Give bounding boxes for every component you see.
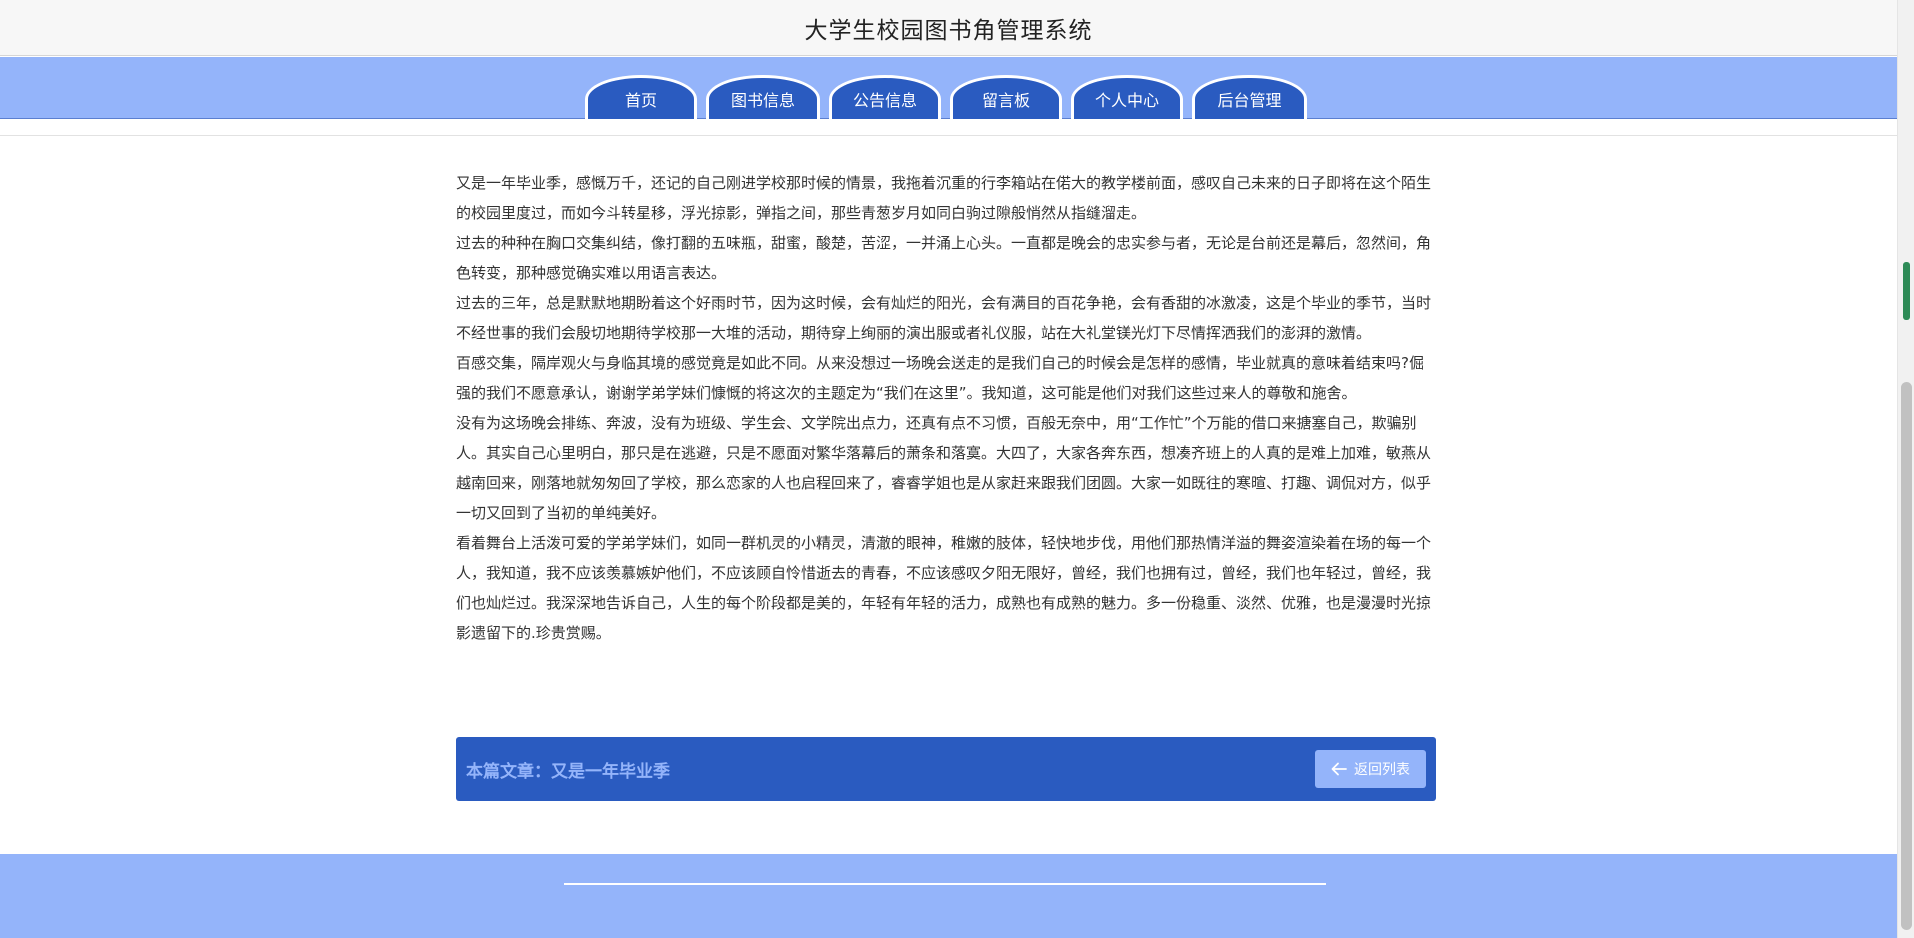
footer-divider — [564, 883, 1326, 885]
nav-tab-announcements[interactable]: 公告信息 — [829, 75, 941, 119]
article-caption: 本篇文章：又是一年毕业季 — [466, 762, 670, 782]
article-paragraph: 又是一年毕业季，感慨万千，还记的自己刚进学校那时候的情景，我拖着沉重的行李箱站在… — [456, 174, 1432, 222]
article-paragraph: 没有为这场晚会排练、奔波，没有为班级、学生会、文学院出点力，还真有点不习惯，百般… — [456, 414, 1432, 522]
content-divider — [0, 135, 1897, 136]
article-footer-bar: 本篇文章：又是一年毕业季 返回列表 — [456, 737, 1436, 801]
nav-tab-home[interactable]: 首页 — [585, 75, 697, 119]
nav-tabs: 首页 图书信息 公告信息 留言板 个人中心 后台管理 — [585, 75, 1307, 119]
site-header: 大学生校园图书角管理系统 — [0, 0, 1897, 56]
arrow-left-icon — [1331, 762, 1347, 776]
scroll-position-marker — [1903, 262, 1910, 320]
back-to-list-label: 返回列表 — [1354, 762, 1410, 778]
main-navbar: 首页 图书信息 公告信息 留言板 个人中心 后台管理 — [0, 57, 1897, 119]
article-paragraph: 过去的三年，总是默默地期盼着这个好雨时节，因为这时候，会有灿烂的阳光，会有满目的… — [456, 294, 1432, 342]
article-paragraph: 看着舞台上活泼可爱的学弟学妹们，如同一群机灵的小精灵，清澈的眼神，稚嫩的肢体，轻… — [456, 534, 1432, 642]
nav-tab-message-board[interactable]: 留言板 — [950, 75, 1062, 119]
back-to-list-button[interactable]: 返回列表 — [1315, 750, 1426, 788]
nav-tab-personal-center[interactable]: 个人中心 — [1071, 75, 1183, 119]
site-title: 大学生校园图书角管理系统 — [804, 17, 1093, 44]
vertical-scrollbar[interactable] — [1897, 0, 1914, 938]
article-body: 又是一年毕业季，感慨万千，还记的自己刚进学校那时候的情景，我拖着沉重的行李箱站在… — [456, 168, 1436, 648]
article-paragraph: 百感交集，隔岸观火与身临其境的感觉竟是如此不同。从来没想过一场晚会送走的是我们自… — [456, 354, 1424, 402]
scrollbar-thumb[interactable] — [1901, 382, 1912, 930]
page-footer — [0, 854, 1897, 938]
nav-tab-admin[interactable]: 后台管理 — [1192, 75, 1307, 119]
article-paragraph: 过去的种种在胸口交集纠结，像打翻的五味瓶，甜蜜，酸楚，苦涩，一并涌上心头。一直都… — [456, 234, 1432, 282]
nav-tab-books[interactable]: 图书信息 — [706, 75, 820, 119]
